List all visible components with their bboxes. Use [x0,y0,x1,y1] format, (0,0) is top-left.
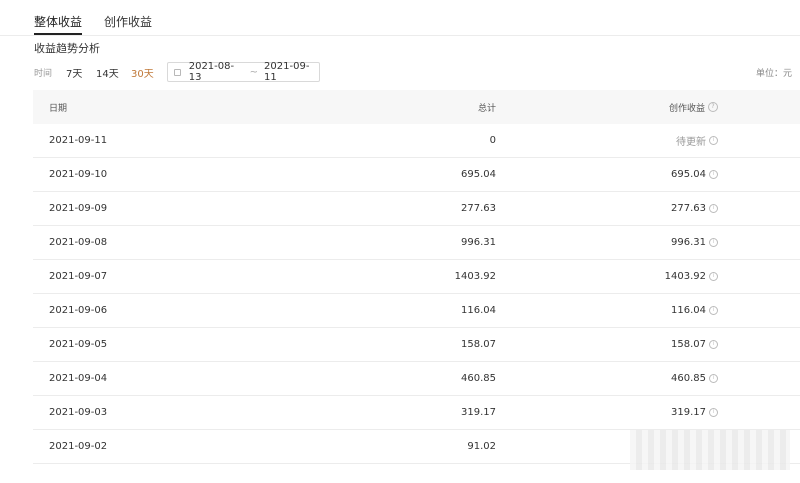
cell-earnings-value: 319.17 [671,407,706,418]
table-row: 2021-09-08 996.31 996.31 i [33,226,800,260]
cell-total: 1403.92 [454,271,496,282]
cell-earnings: 695.04 i [496,169,718,180]
date-start: 2021-08-13 [188,61,235,83]
cell-earnings-value: 待更新 [676,137,706,148]
date-separator: ~ [249,66,259,78]
cell-total: 460.85 [461,373,496,384]
table-row: 2021-09-06 116.04 116.04 i [33,294,800,328]
cell-earnings-value: 158.07 [671,339,706,350]
table-row: 2021-09-11 0 待更新 i [33,124,800,158]
info-icon[interactable]: i [709,272,718,281]
cell-total: 0 [489,135,496,146]
table-row: 2021-09-10 695.04 695.04 i [33,158,800,192]
cell-earnings: 460.85 i [496,373,718,384]
info-icon[interactable]: i [709,306,718,315]
info-icon[interactable]: i [709,170,718,179]
cell-total: 319.17 [461,407,496,418]
filter-row: 时间 7天 14天 30天 2021-08-13 ~ 2021-09-11 单位… [34,61,792,83]
calendar-icon [174,68,181,76]
cell-date: 2021-09-05 [49,339,108,350]
cell-earnings-value: 1403.92 [664,271,706,282]
date-end: 2021-09-11 [264,61,310,83]
cell-date: 2021-09-11 [49,135,108,146]
cell-total: 277.63 [461,203,496,214]
cell-date: 2021-09-04 [49,373,108,384]
tab-overall-earnings[interactable]: 整体收益 [34,0,83,35]
table-header: 日期 总计 创作收益 ? [33,90,800,124]
date-range-picker[interactable]: 2021-08-13 ~ 2021-09-11 [167,61,320,83]
cell-earnings: 116.04 i [496,305,718,316]
cell-earnings-value: 116.04 [671,305,706,316]
watermark-blur [630,430,790,470]
cell-earnings: 1403.92 i [496,271,718,282]
header-total: 总计 [477,103,496,114]
cell-date: 2021-09-09 [49,203,108,214]
table-row: 2021-09-05 158.07 158.07 i [33,328,800,362]
cell-total: 158.07 [461,339,496,350]
cell-earnings-value: 695.04 [671,169,706,180]
cell-date: 2021-09-06 [49,305,108,316]
info-icon[interactable]: i [709,340,718,349]
header-date: 日期 [49,103,68,114]
header-earnings-label: 创作收益 [668,103,705,114]
cell-earnings: 158.07 i [496,339,718,350]
cell-earnings: 待更新 i [496,133,718,148]
info-icon[interactable]: i [709,374,718,383]
section-title: 收益趋势分析 [34,42,100,55]
cell-date: 2021-09-02 [49,441,108,452]
cell-earnings: 996.31 i [496,237,718,248]
info-icon[interactable]: i [709,238,718,247]
range-14-days-button[interactable]: 14天 [96,65,119,80]
unit-label: 单位：元 [755,69,792,79]
cell-total: 116.04 [461,305,496,316]
cell-earnings-value: 996.31 [671,237,706,248]
table-row: 2021-09-03 319.17 319.17 i [33,396,800,430]
cell-date: 2021-09-03 [49,407,108,418]
cell-date: 2021-09-08 [49,237,108,248]
table-row: 2021-09-07 1403.92 1403.92 i [33,260,800,294]
cell-earnings-value: 460.85 [671,373,706,384]
info-icon[interactable]: i [709,408,718,417]
cell-date: 2021-09-07 [49,271,108,282]
cell-earnings: 277.63 i [496,203,718,214]
info-icon[interactable]: i [709,136,718,145]
cell-total: 695.04 [461,169,496,180]
table-row: 2021-09-09 277.63 277.63 i [33,192,800,226]
earnings-table: 日期 总计 创作收益 ? 2021-09-11 0 待更新 i 2021-09-… [33,90,800,464]
info-icon[interactable]: i [709,204,718,213]
cell-earnings: 319.17 i [496,407,718,418]
header-earnings: 创作收益 ? [496,101,718,114]
cell-total: 996.31 [461,237,496,248]
tabs-divider [0,35,800,36]
cell-earnings-value: 277.63 [671,203,706,214]
tab-bar: 整体收益 创作收益 [34,0,152,35]
cell-total: 91.02 [467,441,496,452]
table-row: 2021-09-04 460.85 460.85 i [33,362,800,396]
range-7-days-button[interactable]: 7天 [66,65,82,80]
tab-creation-earnings[interactable]: 创作收益 [104,0,152,35]
earnings-page: 整体收益 创作收益 收益趋势分析 时间 7天 14天 30天 2021-08-1… [0,0,800,483]
time-filter-label: 时间 [34,69,53,79]
range-30-days-button[interactable]: 30天 [131,65,154,80]
help-icon[interactable]: ? [708,102,718,112]
cell-date: 2021-09-10 [49,169,108,180]
